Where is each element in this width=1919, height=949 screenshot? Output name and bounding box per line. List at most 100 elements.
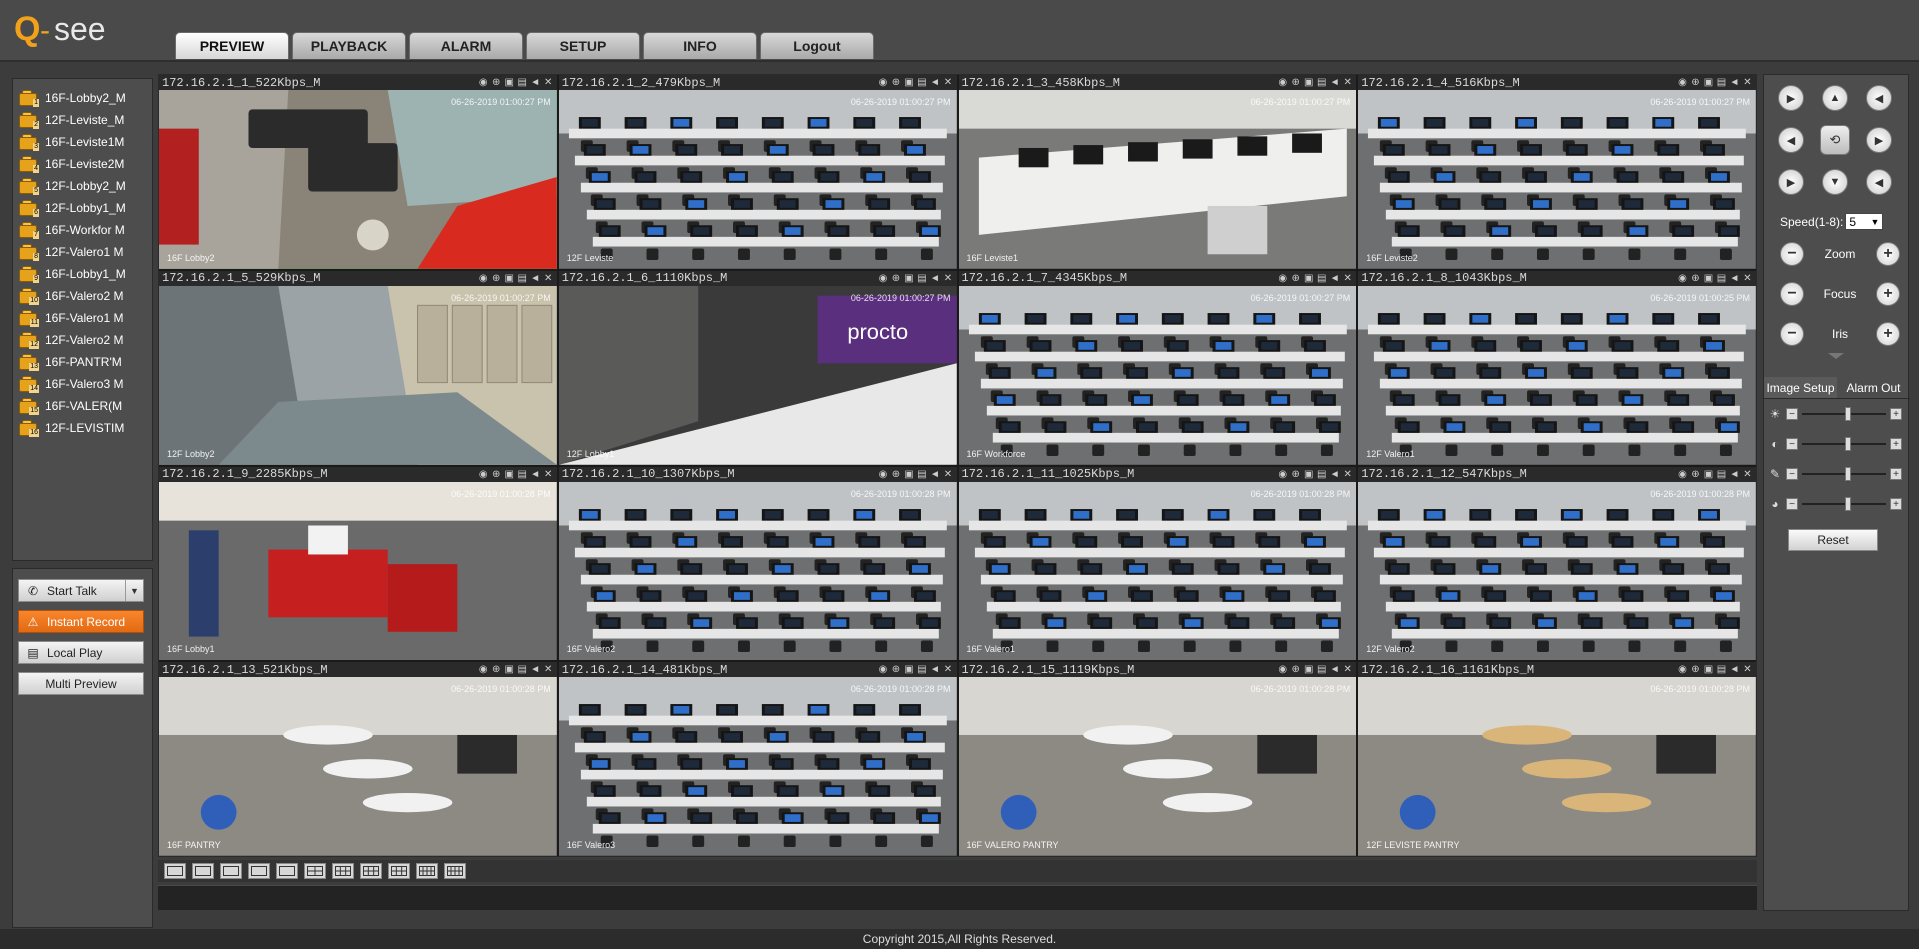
audio-icon[interactable]: ◄ (1729, 77, 1740, 88)
eye-icon[interactable]: ◉ (1277, 469, 1288, 480)
speed-select[interactable]: 5 ▼ (1845, 213, 1884, 230)
eye-icon[interactable]: ◉ (1677, 664, 1688, 675)
channel-item[interactable]: 10 16F-Valero2 M (13, 285, 152, 307)
video-tile[interactable]: 172.16.2.1_3_458Kbps_M ◉ ⊕ ▣ ▤ ◄ ✕ 06-26-2019 0… (958, 75, 1357, 269)
ptz-up-button[interactable]: ▲ (1822, 85, 1848, 111)
video-tile[interactable]: 172.16.2.1_9_2285Kbps_M ◉ ⊕ ▣ ▤ ◄ ✕ 06-26-2019 … (159, 466, 557, 661)
snapshot-icon[interactable]: ▣ (1303, 77, 1314, 88)
layout-9-icon[interactable] (388, 863, 410, 879)
video-tile[interactable]: 172.16.2.1_7_4345Kbps_M ◉ ⊕ ▣ ▤ ◄ ✕ 06-26-2019 … (958, 270, 1357, 465)
close-icon[interactable]: ✕ (1742, 469, 1753, 480)
snapshot-icon[interactable]: ▣ (904, 664, 915, 675)
audio-icon[interactable]: ◄ (1729, 664, 1740, 675)
video-tile[interactable]: 172.16.2.1_12_547Kbps_M ◉ ⊕ ▣ ▤ ◄ ✕ 06-26-2019 … (1358, 466, 1756, 661)
zoom-icon[interactable]: ⊕ (891, 77, 902, 88)
snapshot-icon[interactable]: ▣ (904, 273, 915, 284)
ptz-left-button[interactable]: ◀ (1778, 127, 1804, 153)
channel-item[interactable]: 15 16F-VALER(M (13, 395, 152, 417)
snapshot-icon[interactable]: ▣ (1703, 664, 1714, 675)
increase-button[interactable]: + (1890, 408, 1902, 420)
channel-item[interactable]: 9 16F-Lobby1_M (13, 263, 152, 285)
record-icon[interactable]: ▤ (917, 469, 928, 480)
snapshot-icon[interactable]: ▣ (504, 469, 515, 480)
slider-track[interactable] (1802, 407, 1886, 421)
snapshot-icon[interactable]: ▣ (1303, 469, 1314, 480)
ptz-down-left-button[interactable]: ▶ (1778, 169, 1804, 195)
close-icon[interactable]: ✕ (943, 273, 954, 284)
slider-track[interactable] (1802, 497, 1886, 511)
close-icon[interactable]: ✕ (943, 664, 954, 675)
close-icon[interactable]: ✕ (943, 77, 954, 88)
eye-icon[interactable]: ◉ (1677, 273, 1688, 284)
close-icon[interactable]: ✕ (1342, 77, 1353, 88)
layout-4-icon[interactable] (304, 863, 326, 879)
tab-playback[interactable]: PLAYBACK (292, 32, 406, 59)
zoom-icon[interactable]: ⊕ (491, 273, 502, 284)
audio-icon[interactable]: ◄ (930, 77, 941, 88)
slider-track[interactable] (1802, 437, 1886, 451)
video-tile[interactable]: 172.16.2.1_13_521Kbps_M ◉ ⊕ ▣ ▤ ◄ ✕ 06-26-2019 … (159, 662, 557, 856)
layout-1-icon[interactable] (276, 863, 298, 879)
zoom-icon[interactable]: ⊕ (891, 469, 902, 480)
close-icon[interactable]: ✕ (1742, 664, 1753, 675)
eye-icon[interactable]: ◉ (478, 273, 489, 284)
ptz-auto-button[interactable]: ⟲ (1820, 125, 1850, 155)
fit-icon[interactable] (220, 863, 242, 879)
video-tile[interactable]: 172.16.2.1_16_1161Kbps_M ◉ ⊕ ▣ ▤ ◄ ✕ 06-26-2019… (1358, 662, 1756, 856)
close-icon[interactable]: ✕ (543, 77, 554, 88)
slider-track[interactable] (1802, 467, 1886, 481)
slider-thumb[interactable] (1845, 437, 1852, 451)
snapshot-icon[interactable]: ▣ (1303, 664, 1314, 675)
decrease-button[interactable]: − (1786, 468, 1798, 480)
audio-icon[interactable]: ◄ (1729, 469, 1740, 480)
eye-icon[interactable]: ◉ (878, 273, 889, 284)
video-tile[interactable]: 172.16.2.1_8_1043Kbps_M ◉ ⊕ ▣ ▤ ◄ ✕ 06-26-2019 … (1358, 270, 1756, 465)
eye-icon[interactable]: ◉ (478, 469, 489, 480)
snapshot-icon[interactable]: ▣ (504, 77, 515, 88)
audio-icon[interactable]: ◄ (1329, 664, 1340, 675)
eye-icon[interactable]: ◉ (1677, 77, 1688, 88)
focus-plus-button[interactable]: + (1876, 282, 1900, 306)
zoom-icon[interactable]: ⊕ (491, 664, 502, 675)
video-tile[interactable]: 172.16.2.1_4_516Kbps_M ◉ ⊕ ▣ ▤ ◄ ✕ 06-26-2019 0… (1358, 75, 1756, 269)
zoom-icon[interactable]: ⊕ (1290, 273, 1301, 284)
channel-item[interactable]: 4 16F-Leviste2M (13, 153, 152, 175)
close-icon[interactable]: ✕ (1342, 469, 1353, 480)
eye-icon[interactable]: ◉ (1677, 469, 1688, 480)
snapshot-icon[interactable]: ▣ (1303, 273, 1314, 284)
zoom-icon[interactable]: ⊕ (1690, 469, 1701, 480)
zoom-icon[interactable]: ⊕ (1290, 664, 1301, 675)
layout-1x1-icon[interactable] (248, 863, 270, 879)
audio-icon[interactable]: ◄ (530, 273, 541, 284)
audio-icon[interactable]: ◄ (930, 273, 941, 284)
channel-item[interactable]: 16 12F-LEVISTIM (13, 417, 152, 439)
eye-icon[interactable]: ◉ (478, 664, 489, 675)
record-icon[interactable]: ▤ (517, 469, 528, 480)
video-tile[interactable]: 172.16.2.1_5_529Kbps_M ◉ ⊕ ▣ ▤ ◄ ✕ 06-26-2019 0… (159, 270, 557, 465)
multi-preview-button[interactable]: Multi Preview (18, 672, 144, 695)
audio-icon[interactable]: ◄ (530, 469, 541, 480)
channel-item[interactable]: 6 12F-Lobby1_M (13, 197, 152, 219)
close-icon[interactable]: ✕ (1342, 273, 1353, 284)
zoom-in-button[interactable]: + (1876, 242, 1900, 266)
layout-16-icon[interactable] (444, 863, 466, 879)
iris-plus-button[interactable]: + (1876, 322, 1900, 346)
zoom-icon[interactable]: ⊕ (1690, 273, 1701, 284)
layout-13-icon[interactable] (416, 863, 438, 879)
eye-icon[interactable]: ◉ (1277, 77, 1288, 88)
snapshot-icon[interactable]: ▣ (504, 273, 515, 284)
slider-thumb[interactable] (1845, 467, 1852, 481)
audio-icon[interactable]: ◄ (1729, 273, 1740, 284)
start-talk-button[interactable]: ✆ Start Talk ▼ (18, 579, 144, 602)
close-icon[interactable]: ✕ (543, 469, 554, 480)
eye-icon[interactable]: ◉ (878, 77, 889, 88)
video-tile[interactable]: 172.16.2.1_2_479Kbps_M ◉ ⊕ ▣ ▤ ◄ ✕ 06-26-2019 0… (558, 75, 957, 269)
increase-button[interactable]: + (1890, 438, 1902, 450)
audio-icon[interactable]: ◄ (930, 469, 941, 480)
record-icon[interactable]: ▤ (1716, 273, 1727, 284)
layout-8-icon[interactable] (360, 863, 382, 879)
close-icon[interactable]: ✕ (543, 273, 554, 284)
layout-6-icon[interactable] (332, 863, 354, 879)
video-tile[interactable]: 172.16.2.1_11_1025Kbps_M ◉ ⊕ ▣ ▤ ◄ ✕ 06-26-2019… (958, 466, 1357, 661)
zoom-icon[interactable]: ⊕ (491, 77, 502, 88)
